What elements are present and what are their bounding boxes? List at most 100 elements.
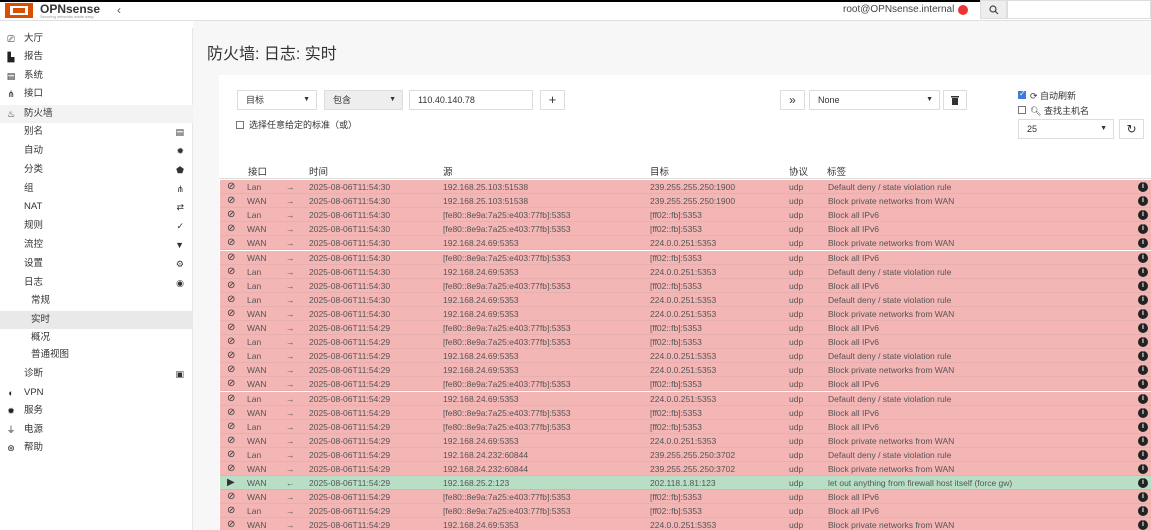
sidebar-item-log-files[interactable]: 日志 ◉ (0, 274, 193, 292)
sidebar-item-log-live[interactable]: 实时 (0, 311, 193, 329)
info-icon[interactable]: i (1138, 478, 1148, 489)
info-icon[interactable]: i (1138, 280, 1148, 291)
table-row[interactable]: ▶ WAN ← 2025-08-06T11:54:29 192.168.25.2:123… (220, 476, 1151, 491)
arrow-right-icon: → (286, 492, 295, 503)
sidebar-item-vpn[interactable]: ◐ VPN (0, 384, 193, 402)
sidebar-item-shaper[interactable]: 流控 ▼ (0, 236, 193, 254)
sidebar-item-power[interactable]: ⏚ 电源 (0, 421, 193, 439)
table-row[interactable]: ⊘ WAN → 2025-08-06T11:54:29 192.168.24.69:53… (220, 433, 1151, 448)
table-row[interactable]: ⊘ WAN → 2025-08-06T11:54:29 [fe80::8e9a:7a25… (220, 321, 1151, 335)
auto-refresh-checkbox[interactable] (1018, 89, 1026, 99)
filter-value-input[interactable]: 110.40.140.78 (409, 90, 533, 110)
table-row[interactable]: ⊘ WAN → 2025-08-06T11:54:29 [fe80::8e9a:7a25… (220, 490, 1151, 505)
template-select[interactable]: None ▼ (809, 90, 940, 110)
sidebar-item-aliases[interactable]: 别名 ▤ (0, 123, 193, 141)
sidebar-item-categories[interactable]: 分类 ⬟ (0, 161, 193, 179)
info-icon[interactable]: i (1138, 435, 1148, 446)
any-criteria-checkbox[interactable] (236, 121, 244, 129)
info-icon[interactable]: i (1138, 196, 1148, 207)
cell-interface: Lan (247, 506, 262, 517)
delete-template-button[interactable] (943, 90, 967, 110)
table-row[interactable]: ⊘ WAN → 2025-08-06T11:54:29 [fe80::8e9a:7a25… (220, 405, 1151, 420)
table-row[interactable]: ⊘ Lan → 2025-08-06T11:54:30 [fe80::8e9a:7a25… (220, 208, 1151, 223)
lookup-hostname-checkbox[interactable] (1018, 106, 1026, 114)
filter-operator-select[interactable]: 包含 ▼ (324, 90, 403, 110)
table-row[interactable]: ⊘ Lan → 2025-08-06T11:54:29 192.168.24.69:53… (220, 349, 1151, 364)
sidebar-item-nat[interactable]: NAT ⇄ (0, 198, 193, 216)
forward-button[interactable]: » (780, 90, 805, 110)
info-icon[interactable]: i (1138, 421, 1148, 432)
table-row[interactable]: ⊘ WAN → 2025-08-06T11:54:29 192.168.24.69:53… (220, 363, 1151, 378)
info-icon[interactable]: i (1138, 379, 1148, 390)
col-interface[interactable]: 接口 (248, 164, 267, 178)
col-protocol[interactable]: 协议 (789, 164, 808, 178)
table-row[interactable]: ⊘ WAN → 2025-08-06T11:54:30 [fe80::8e9a:7a25… (220, 250, 1151, 265)
search-button[interactable] (980, 0, 1007, 19)
sidebar-item-log-overview[interactable]: 概况 (0, 329, 193, 347)
info-icon[interactable]: i (1138, 210, 1148, 221)
sidebar-item-diagnostics[interactable]: 诊断 ▣ (0, 365, 193, 383)
info-icon[interactable]: i (1138, 506, 1148, 517)
info-icon[interactable]: i (1138, 337, 1148, 348)
info-icon[interactable]: i (1138, 464, 1148, 474)
col-destination[interactable]: 目标 (650, 164, 669, 178)
info-icon[interactable]: i (1138, 323, 1148, 333)
info-icon[interactable]: i (1138, 224, 1148, 235)
table-row[interactable]: ⊘ WAN → 2025-08-06T11:54:30 192.168.25.103:5… (220, 194, 1151, 209)
add-filter-button[interactable]: + (540, 90, 565, 110)
table-row[interactable]: ⊘ Lan → 2025-08-06T11:54:29 [fe80::8e9a:7a25… (220, 504, 1151, 519)
info-icon[interactable]: i (1138, 238, 1148, 249)
table-row[interactable]: ⊘ WAN → 2025-08-06T11:54:30 [fe80::8e9a:7a25… (220, 222, 1151, 237)
info-icon[interactable]: i (1138, 266, 1148, 277)
sidebar-item-dashboard[interactable]: ⎚ 大厅 (0, 30, 193, 48)
table-row[interactable]: ⊘ Lan → 2025-08-06T11:54:29 [fe80::8e9a:7a25… (220, 335, 1151, 350)
limit-select[interactable]: 25 ▼ (1018, 119, 1114, 139)
sidebar-item-system[interactable]: ▤ 系统 (0, 67, 193, 85)
info-icon[interactable]: i (1138, 492, 1148, 503)
sidebar-item-groups[interactable]: 组 ⋔ (0, 180, 193, 198)
sidebar-item-firewall[interactable]: ♨ 防火墙 (0, 105, 193, 123)
block-icon: ⊘ (227, 195, 236, 207)
user-label[interactable]: root@OPNsense.internal (843, 4, 954, 15)
sidebar-item-settings[interactable]: 设置 ⚙ (0, 255, 193, 273)
sidebar-item-interfaces[interactable]: ⋔ 接口 (0, 85, 193, 103)
table-row[interactable]: ⊘ WAN → 2025-08-06T11:54:29 192.168.24.232:6… (220, 462, 1151, 476)
sidebar-item-log-general[interactable]: 常规 (0, 292, 193, 310)
cell-destination: 224.0.0.251:5353 (650, 365, 717, 376)
table-row[interactable]: ⊘ Lan → 2025-08-06T11:54:30 192.168.24.69:53… (220, 292, 1151, 307)
sidebar-item-automation[interactable]: 自动 ✹ (0, 142, 193, 160)
refresh-button[interactable]: ↻ (1119, 119, 1144, 139)
opnsense-logo-icon[interactable] (4, 2, 34, 19)
table-row[interactable]: ⊘ WAN → 2025-08-06T11:54:30 192.168.24.69:53… (220, 236, 1151, 251)
sidebar-item-services[interactable]: ✹ 服务 (0, 402, 193, 420)
info-icon[interactable]: i (1138, 407, 1148, 418)
info-icon[interactable]: i (1138, 308, 1148, 319)
col-time[interactable]: 时间 (309, 164, 328, 178)
chevron-left-icon[interactable]: ‹ (117, 3, 121, 17)
info-icon[interactable]: i (1138, 252, 1148, 263)
col-label[interactable]: 标签 (827, 164, 846, 178)
info-icon[interactable]: i (1138, 393, 1148, 404)
table-row[interactable]: ⊘ Lan → 2025-08-06T11:54:29 [fe80::8e9a:7a25… (220, 419, 1151, 434)
table-row[interactable]: ⊘ Lan → 2025-08-06T11:54:30 192.168.25.103:5… (220, 180, 1151, 194)
table-row[interactable]: ⊘ WAN → 2025-08-06T11:54:29 192.168.24.69:53… (220, 518, 1151, 530)
filter-field-select[interactable]: 目标 ▼ (237, 90, 317, 110)
sidebar-item-help[interactable]: ⊛ 帮助 (0, 439, 193, 457)
table-row[interactable]: ⊘ Lan → 2025-08-06T11:54:30 192.168.24.69:53… (220, 264, 1151, 279)
table-row[interactable]: ⊘ Lan → 2025-08-06T11:54:29 192.168.24.232:6… (220, 447, 1151, 462)
search-input[interactable] (1007, 0, 1151, 19)
table-row[interactable]: ⊘ WAN → 2025-08-06T11:54:29 [fe80::8e9a:7a25… (220, 377, 1151, 392)
table-row[interactable]: ⊘ Lan → 2025-08-06T11:54:30 [fe80::8e9a:7a25… (220, 278, 1151, 293)
info-icon[interactable]: i (1138, 294, 1148, 305)
info-icon[interactable]: i (1138, 351, 1148, 362)
sidebar-item-reporting[interactable]: ▙ 报告 (0, 48, 193, 66)
table-row[interactable]: ⊘ Lan → 2025-08-06T11:54:29 192.168.24.69:53… (220, 391, 1151, 406)
info-icon[interactable]: i (1138, 182, 1148, 192)
sidebar-item-rules[interactable]: 规则 ✓ (0, 217, 193, 235)
sidebar-item-log-plain[interactable]: 普通视图 (0, 346, 193, 364)
info-icon[interactable]: i (1138, 449, 1148, 460)
table-row[interactable]: ⊘ WAN → 2025-08-06T11:54:30 192.168.24.69:53… (220, 306, 1151, 321)
col-source[interactable]: 源 (443, 164, 453, 178)
info-icon[interactable]: i (1138, 365, 1148, 376)
info-icon[interactable]: i (1138, 520, 1148, 530)
